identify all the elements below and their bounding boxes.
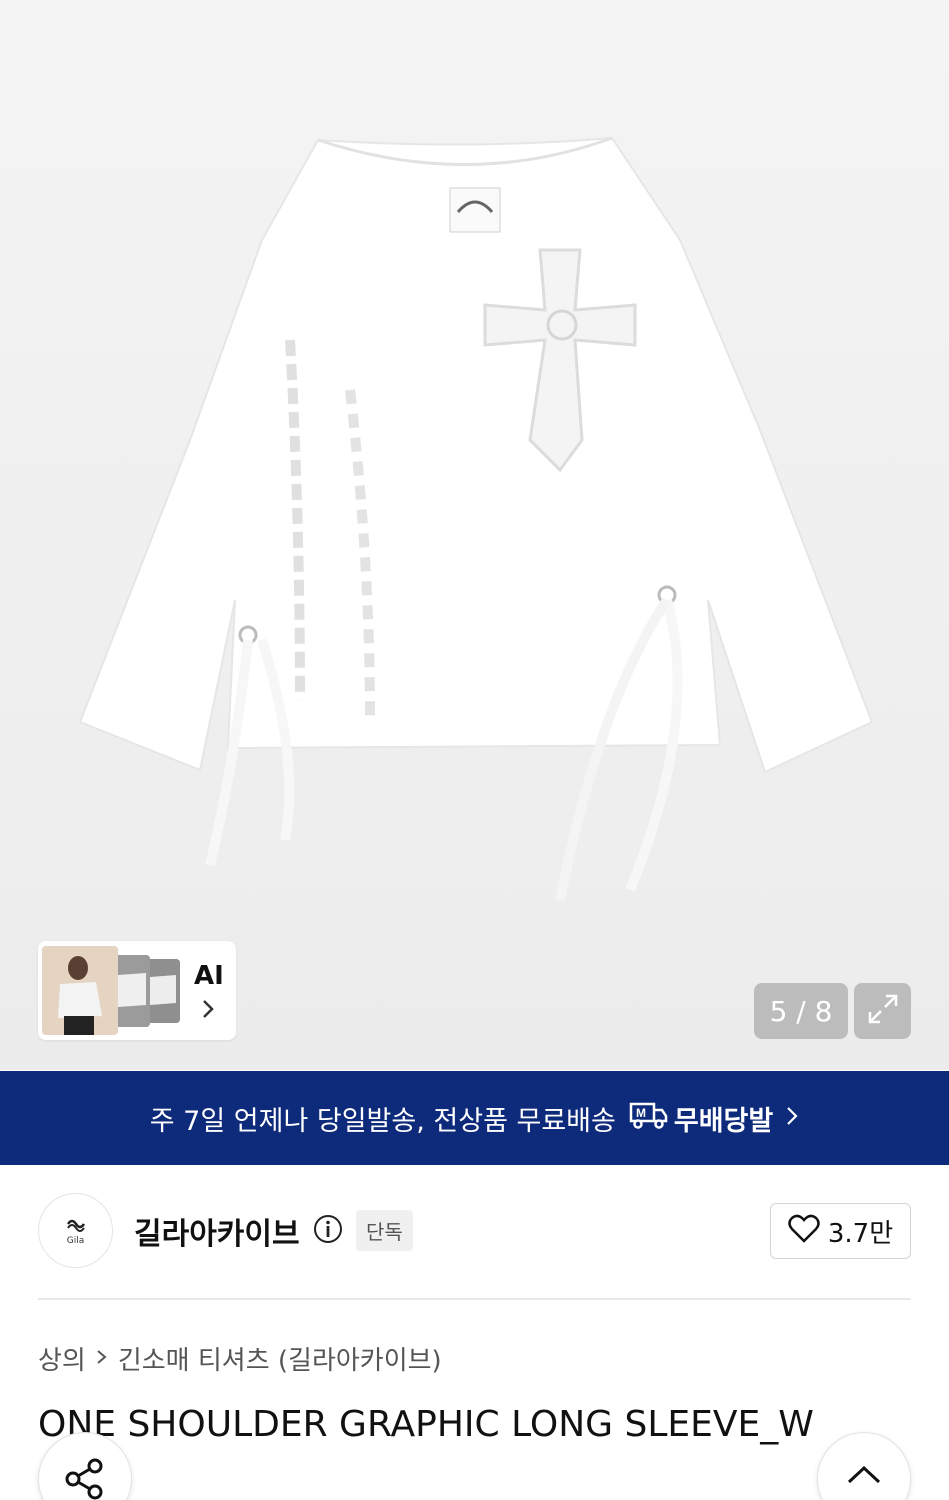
expand-icon bbox=[866, 992, 900, 1030]
divider bbox=[38, 1298, 911, 1300]
brand-logo-text: Gila bbox=[66, 1235, 85, 1246]
chevron-right-icon bbox=[96, 1344, 108, 1374]
free-delivery-badge: M 무배당발 bbox=[628, 1099, 773, 1138]
product-image-gallery[interactable]: AI 5 / 8 bbox=[0, 0, 949, 1070]
brand-row: Gila 길라아카이브 단독 3.7만 bbox=[38, 1193, 911, 1269]
exclusive-badge: 단독 bbox=[356, 1210, 413, 1251]
expand-button[interactable] bbox=[854, 983, 911, 1039]
banner-text: 주 7일 언제나 당일발송, 전상품 무료배송 bbox=[149, 1105, 616, 1137]
image-page-indicator: 5 / 8 bbox=[754, 983, 848, 1039]
brand-logo[interactable]: Gila bbox=[38, 1193, 113, 1268]
product-image bbox=[78, 136, 874, 901]
lookbook-thumbnail bbox=[42, 946, 118, 1035]
like-button[interactable]: 3.7만 bbox=[770, 1203, 911, 1259]
lookbook-thumbnail bbox=[146, 959, 180, 1023]
chevron-right-icon bbox=[200, 997, 216, 1025]
info-icon[interactable] bbox=[312, 1213, 344, 1249]
free-delivery-label: 무배당발 bbox=[673, 1105, 774, 1137]
product-title: ONE SHOULDER GRAPHIC LONG SLEEVE_W bbox=[38, 1404, 814, 1445]
chevron-right-icon bbox=[785, 1105, 799, 1131]
delivery-truck-icon: M bbox=[628, 1099, 668, 1138]
share-icon bbox=[63, 1457, 107, 1500]
ai-lookbook-card[interactable]: AI bbox=[38, 941, 236, 1040]
shipping-banner[interactable]: 주 7일 언제나 당일발송, 전상품 무료배송 M 무배당발 bbox=[0, 1071, 949, 1165]
heart-icon bbox=[788, 1214, 820, 1248]
ai-label: AI bbox=[194, 961, 224, 991]
breadcrumb-category[interactable]: 상의 bbox=[38, 1340, 86, 1377]
breadcrumb-subcategory[interactable]: 긴소매 티셔츠 (길라아카이브) bbox=[118, 1340, 442, 1377]
breadcrumb: 상의 긴소매 티셔츠 (길라아카이브) bbox=[38, 1340, 442, 1377]
chevron-up-icon bbox=[846, 1463, 882, 1489]
brand-name[interactable]: 길라아카이브 bbox=[134, 1209, 300, 1253]
like-count: 3.7만 bbox=[827, 1218, 894, 1249]
svg-text:M: M bbox=[636, 1106, 646, 1120]
brand-logo-mark bbox=[64, 1216, 88, 1236]
